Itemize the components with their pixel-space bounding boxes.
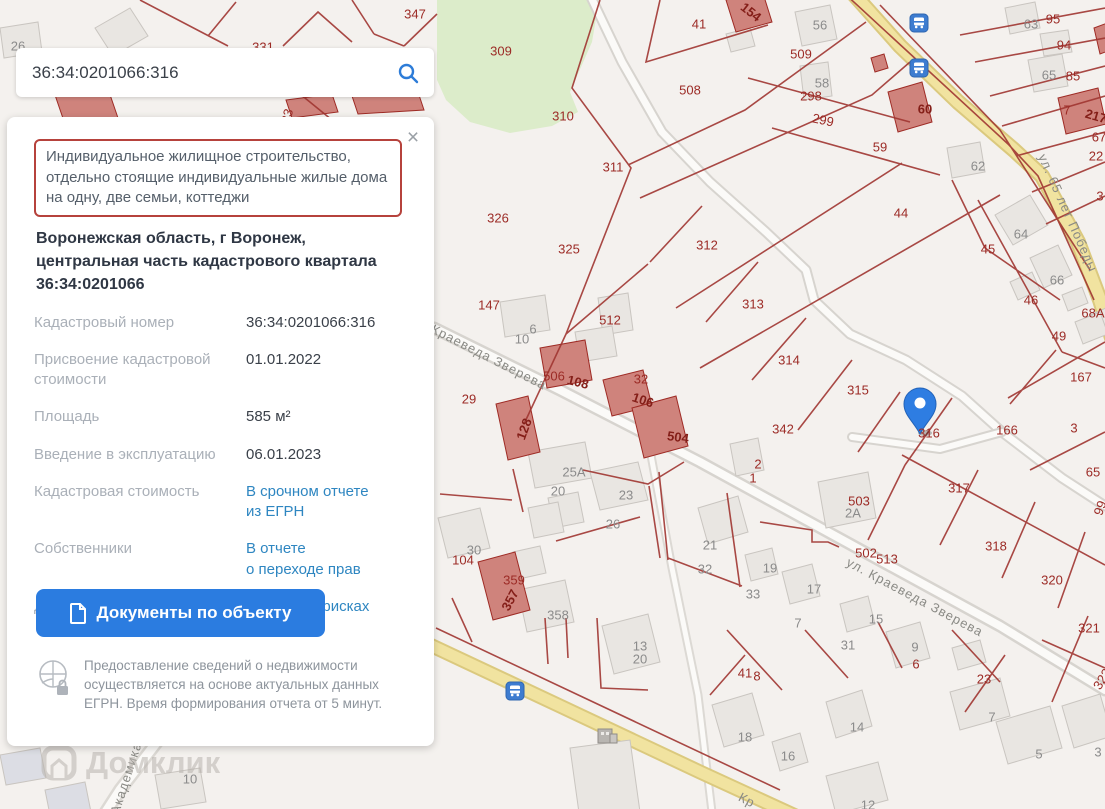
close-icon[interactable]: × <box>402 127 424 149</box>
rosreestr-icon <box>39 660 68 695</box>
search-icon[interactable] <box>396 61 420 85</box>
egrn-note-text: Предоставление сведений о недвижимости о… <box>84 658 383 711</box>
map-canvas[interactable]: 347 331 23 309 310 311 326 325 41 508 509 298 299 154… <box>0 0 1105 809</box>
ownership-report-link[interactable]: В отчете о переходе прав <box>246 539 361 580</box>
egrn-note: Предоставление сведений о недвижимости о… <box>36 657 396 714</box>
document-icon <box>69 602 86 624</box>
bus-stop-icon <box>505 681 525 701</box>
bus-stop-icon <box>909 58 929 78</box>
row-area: Площадь 585 м² <box>34 408 291 426</box>
row-commissioning: Введение в эксплуатацию 06.01.2023 <box>34 445 322 463</box>
row-cadastral-number: Кадастровый номер 36:34:0201066:316 <box>34 313 376 331</box>
object-address: Воронежская область, г Воронеж, централь… <box>36 230 377 294</box>
bus-stop-icon <box>909 13 929 33</box>
object-info-panel: × Индивидуальное жилищное строительство,… <box>7 117 434 746</box>
search-input[interactable] <box>30 61 396 84</box>
land-usage-box: Индивидуальное жилищное строительство, о… <box>34 139 402 218</box>
search-bar <box>16 48 434 97</box>
egrn-report-link[interactable]: В срочном отчете из ЕГРН <box>246 482 369 523</box>
attribute-rows: Кадастровый номер 36:34:0201066:316 Прис… <box>34 313 416 618</box>
row-valuation-date: Присвоение кадастровой стоимости 01.01.2… <box>34 350 322 389</box>
row-cadastral-value: Кадастровая стоимость В срочном отчете и… <box>34 482 416 523</box>
green-area <box>437 0 600 133</box>
row-owners: Собственники В отчете о переходе прав <box>34 539 416 580</box>
object-documents-button[interactable]: Документы по объекту <box>36 589 325 637</box>
